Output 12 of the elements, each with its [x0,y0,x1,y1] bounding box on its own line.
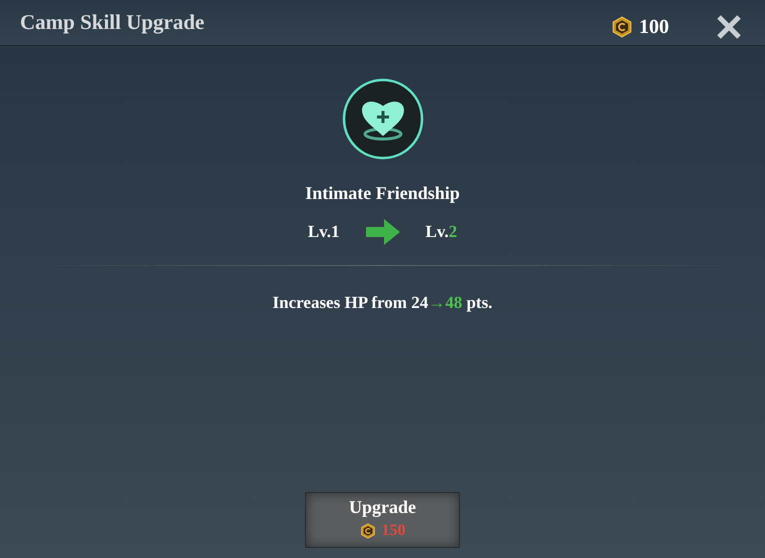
coin-icon [611,16,633,38]
currency-amount: 100 [639,14,669,40]
skill-description: Increases HP from 24→48 pts. [272,292,492,314]
next-level: Lv.2 [426,221,458,244]
skill-name: Intimate Friendship [305,182,460,205]
upgrade-button[interactable]: Upgrade 150 [305,492,460,548]
close-icon [716,14,742,40]
window-title: Camp Skill Upgrade [20,8,204,36]
coin-icon [360,522,376,539]
upgrade-cost: 150 [382,520,406,541]
arrow-icon [366,219,400,245]
current-level: Lv.1 [308,221,340,244]
